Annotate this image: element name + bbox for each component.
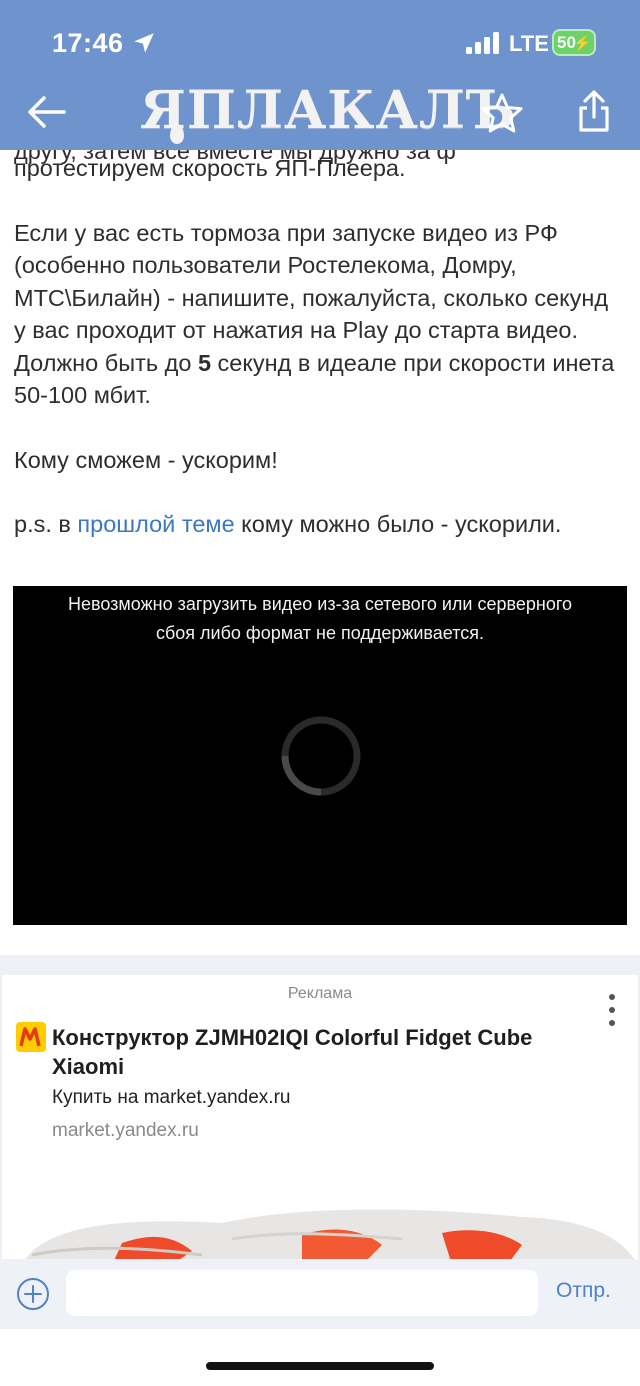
add-attachment-icon[interactable] [16, 1277, 50, 1311]
ad-product-image[interactable] [2, 1195, 638, 1259]
site-logo[interactable]: ЯПЛАКАЛЪ [140, 78, 516, 144]
app-header: 17:46 LTE 50 ⚡ ЯПЛАКАЛЪ [0, 0, 640, 150]
previous-topic-link[interactable]: прошлой теме [77, 511, 234, 537]
article-paragraph: Кому сможем - ускорим! [14, 446, 278, 473]
video-error-message: Невозможно загрузить видео из-за сетевог… [13, 590, 627, 648]
article-body: протестируем скорость ЯП-Плеера. Если у … [14, 152, 626, 541]
article-paragraph: Если у вас есть тормоза при запуске виде… [14, 217, 626, 412]
paragraph-bold: 5 [197, 349, 212, 376]
article-ps: p.s. в прошлой теме кому можно было - ус… [14, 508, 626, 541]
logo-drop-icon [170, 124, 184, 144]
video-player[interactable]: Невозможно загрузить видео из-за сетевог… [13, 586, 627, 925]
ad-subtitle: Купить на market.yandex.ru [52, 1087, 291, 1108]
star-icon[interactable] [478, 90, 526, 138]
error-line: Невозможно загрузить видео из-за сетевог… [67, 594, 573, 614]
ad-title[interactable]: Конструктор ZJMH02IQI Colorful Fidget Cu… [52, 1023, 572, 1081]
signal-bars-icon [466, 32, 499, 54]
more-options-icon[interactable] [602, 991, 622, 1031]
ad-card[interactable]: Реклама Конструктор ZJMH02IQI Colorful F… [2, 975, 638, 1259]
send-button[interactable]: Отпр. [556, 1279, 611, 1303]
ad-label: Реклама [287, 985, 353, 1002]
status-time: 17:46 [52, 28, 124, 58]
ps-text: кому можно было - ускорили. [234, 511, 562, 537]
battery-charging-icon: 50 ⚡ [552, 29, 596, 56]
ad-domain: market.yandex.ru [52, 1120, 199, 1141]
logo-text: ЯПЛАКАЛЪ [140, 80, 517, 141]
share-icon[interactable] [570, 88, 618, 136]
home-indicator[interactable] [206, 1362, 434, 1370]
network-type: LTE [509, 31, 549, 56]
loading-spinner-icon [281, 716, 361, 796]
back-arrow-icon[interactable] [24, 90, 68, 134]
yandex-market-logo-icon [16, 1022, 46, 1052]
ps-text: p.s. в [14, 511, 78, 537]
error-line: сбоя либо формат не поддерживается. [155, 623, 485, 643]
bolt-icon: ⚡ [573, 35, 592, 52]
location-arrow-icon [134, 33, 154, 53]
comment-composer: Отпр. [0, 1259, 640, 1329]
comment-input[interactable] [66, 1270, 538, 1316]
